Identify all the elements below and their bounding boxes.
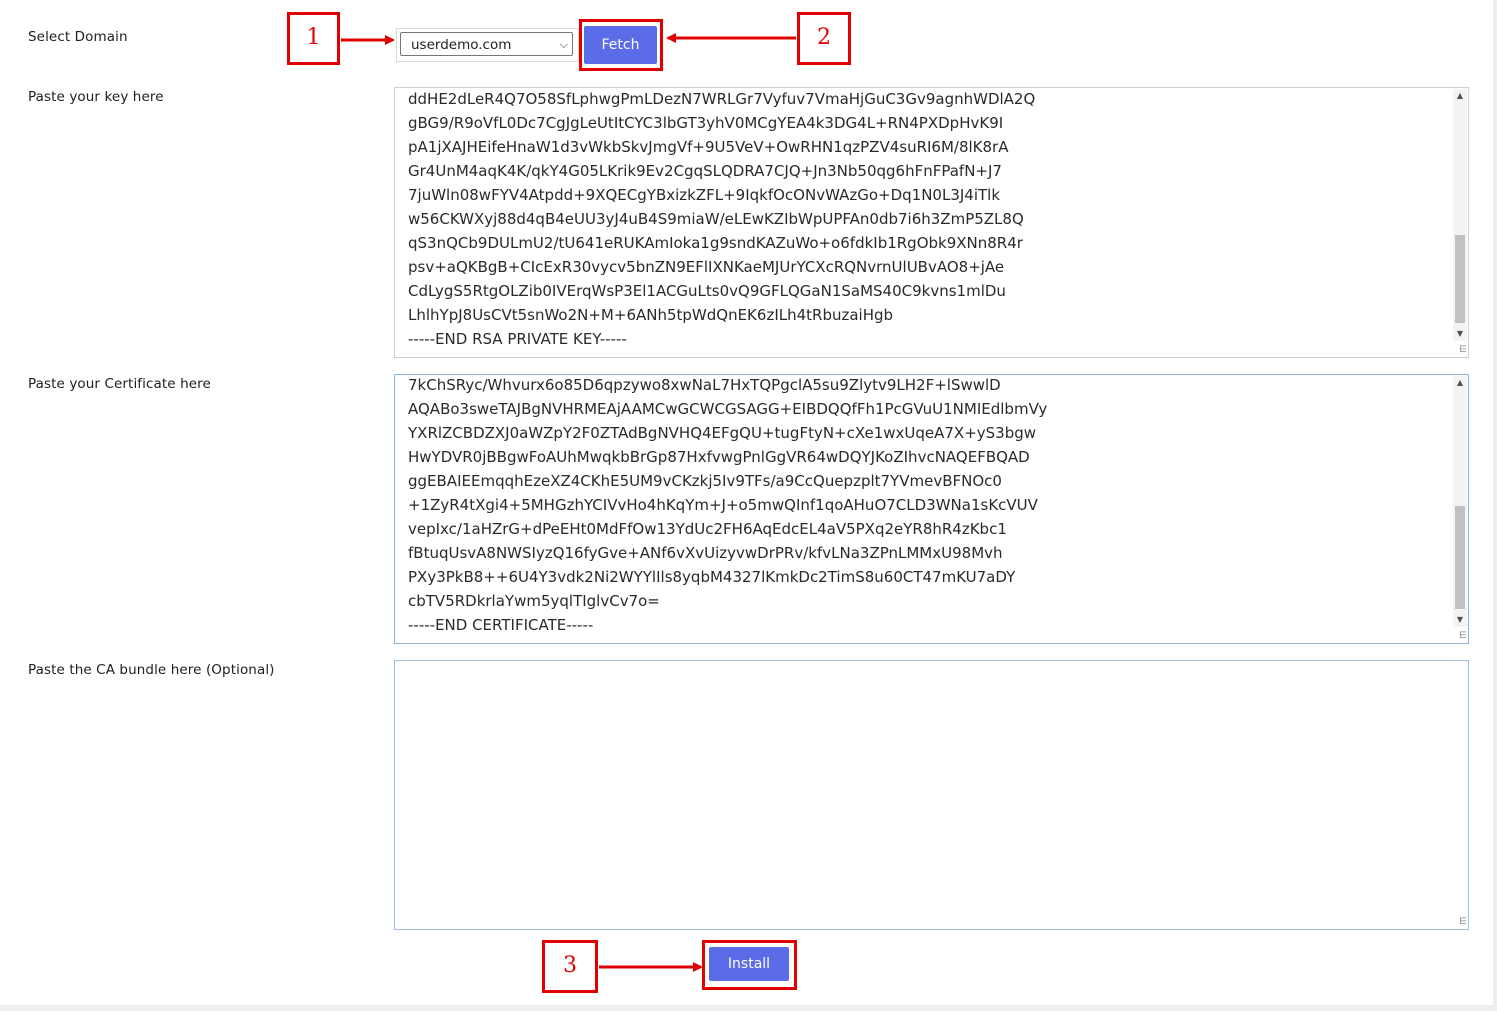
cert-scrollbar[interactable]: ▲ ▼	[1453, 376, 1467, 627]
key-line: w56CKWXyj88d4qB4eUU3yJ4uB4S9miaW/eLEwKZI…	[408, 210, 1024, 228]
key-label: Paste your key here	[28, 89, 164, 105]
cert-textarea-content: 7kChSRyc/Whvurx6o85D6qpzywo8xwNaL7HxTQPg…	[408, 375, 1048, 637]
cert-label: Paste your Certificate here	[28, 376, 211, 392]
key-line: LhlhYpJ8UsCVt5snWo2N+M+6ANh5tpWdQnEK6zIL…	[408, 306, 894, 324]
key-scrollbar-thumb[interactable]	[1455, 235, 1465, 323]
cert-line: YXRlZCBDZXJ0aWZpY2F0ZTAdBgNVHQ4EFgQU+tug…	[408, 424, 1037, 442]
cert-line: +1ZyR4tXgi4+5MHGzhYCIVvHo4hKqYm+J+o5mwQI…	[408, 496, 1038, 514]
scroll-down-icon[interactable]: ▼	[1453, 327, 1467, 341]
annotation-step3-number: 3	[563, 953, 577, 978]
cert-line: AQABo3sweTAJBgNVHRMEAjAAMCwGCWCGSAGG+EIB…	[408, 400, 1048, 418]
resize-handle-icon[interactable]: ⋿	[1455, 344, 1467, 356]
ssl-install-panel: Select Domain userdemo.com ⌵ Fetch Paste…	[0, 0, 1493, 1005]
key-line: Gr4UnM4aqK4K/qkY4G05LKrik9Ev2CgqSLQDRA7C…	[408, 162, 1002, 180]
key-line: CdLygS5RtgOLZib0IVErqWsP3El1ACGuLts0vQ9G…	[408, 282, 1006, 300]
cert-line: PXy3PkB8++6U4Y3vdk2Ni2WYYlIls8yqbM4327lK…	[408, 568, 1016, 586]
scroll-up-icon[interactable]: ▲	[1453, 376, 1467, 390]
key-line: qS3nQCb9DULmU2/tU641eRUKAmIoka1g9sndKAZu…	[408, 234, 1023, 252]
scroll-up-icon[interactable]: ▲	[1453, 89, 1467, 103]
cert-line: -----END CERTIFICATE-----	[408, 616, 594, 634]
cert-scrollbar-thumb[interactable]	[1455, 506, 1465, 609]
annotation-fetch-highlight	[579, 19, 663, 71]
key-line: gBG9/R9oVfL0Dc7CgJgLeUtItCYC3lbGT3yhV0MC…	[408, 114, 1004, 132]
annotation-step1-box: 1	[287, 12, 340, 65]
domain-select-wrapper: userdemo.com ⌵	[396, 28, 579, 62]
key-textarea-content: ddHE2dLeR4Q7O58SfLphwgPmLDezN7WRLGr7Vyfu…	[408, 88, 1036, 351]
cert-line: fBtuqUsvA8NWSIyzQ16fyGve+ANf6vXvUizyvwDr…	[408, 544, 1003, 562]
annotation-step1-number: 1	[306, 25, 321, 50]
key-line: 7juWln08wFYV4Atpdd+9XQECgYBxizkZFL+9Iqkf…	[408, 186, 1001, 204]
cert-line: 7kChSRyc/Whvurx6o85D6qpzywo8xwNaL7HxTQPg…	[408, 376, 1001, 394]
chevron-down-icon: ⌵	[559, 38, 568, 51]
key-line: -----END RSA PRIVATE KEY-----	[408, 330, 627, 348]
resize-handle-icon[interactable]: ⋿	[1455, 916, 1467, 928]
ca-label: Paste the CA bundle here (Optional)	[28, 662, 275, 678]
key-line: ddHE2dLeR4Q7O58SfLphwgPmLDezN7WRLGr7Vyfu…	[408, 90, 1036, 108]
ca-textarea[interactable]: ⋿	[394, 660, 1469, 930]
key-line: psv+aQKBgB+CIcExR30vycv5bnZN9EFlIXNKaeMJ…	[408, 258, 1005, 276]
annotation-step2-box: 2	[797, 12, 851, 65]
cert-line: HwYDVR0jBBgwFoAUhMwqkbBrGp87HxfvwgPnlGgV…	[408, 448, 1030, 466]
domain-select-value: userdemo.com	[411, 37, 512, 53]
select-domain-label: Select Domain	[28, 29, 128, 45]
annotation-step3-box: 3	[542, 940, 598, 993]
cert-line: vepIxc/1aHZrG+dPeEHt0MdFfOw13YdUc2FH6AqE…	[408, 520, 1007, 538]
cert-line: cbTV5RDkrlaYwm5yqlTIglvCv7o=	[408, 592, 660, 610]
annotation-step2-number: 2	[817, 25, 831, 50]
scroll-down-icon[interactable]: ▼	[1453, 613, 1467, 627]
cert-textarea[interactable]: 7kChSRyc/Whvurx6o85D6qpzywo8xwNaL7HxTQPg…	[394, 374, 1469, 644]
annotation-install-highlight	[702, 940, 797, 990]
key-scrollbar[interactable]: ▲ ▼	[1453, 89, 1467, 341]
resize-handle-icon[interactable]: ⋿	[1455, 630, 1467, 642]
key-line: pA1jXAJHEifeHnaW1d3vWkbSkvJmgVf+9U5VeV+O…	[408, 138, 1009, 156]
key-textarea[interactable]: ddHE2dLeR4Q7O58SfLphwgPmLDezN7WRLGr7Vyfu…	[394, 87, 1469, 358]
domain-select[interactable]: userdemo.com ⌵	[400, 32, 573, 56]
cert-line: ggEBAIEEmqqhEzeXZ4CKhE5UM9vCKzkj5Iv9TFs/…	[408, 472, 1002, 490]
